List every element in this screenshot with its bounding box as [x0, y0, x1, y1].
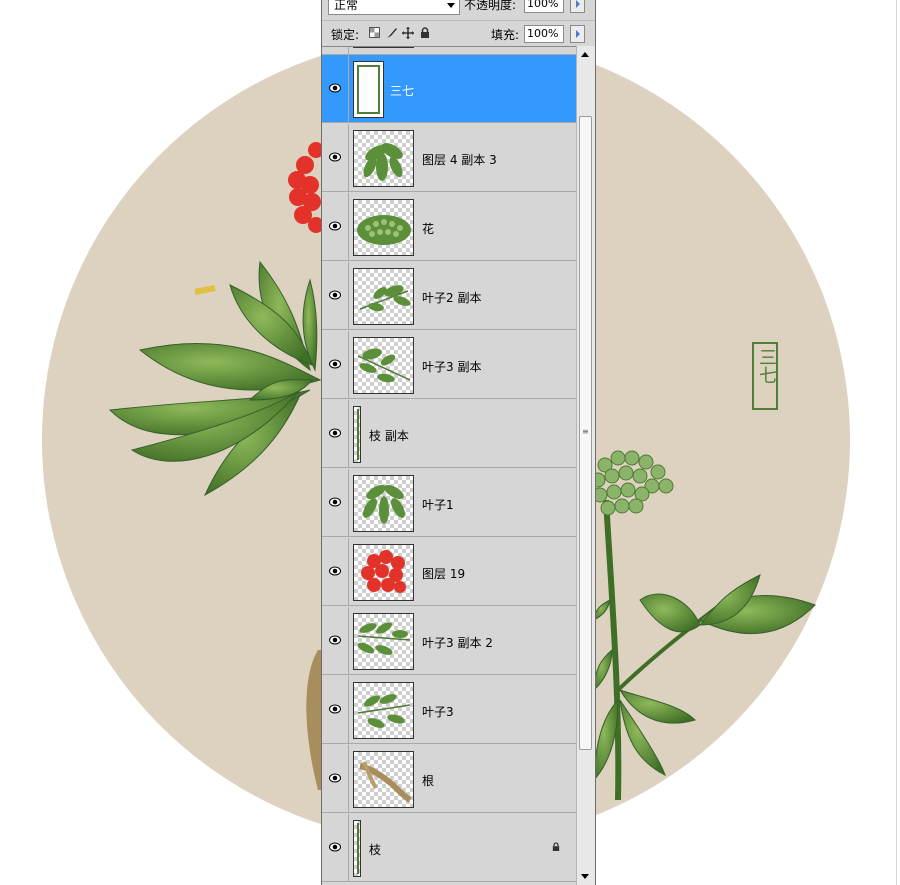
- layer-thumbnail: [353, 130, 414, 187]
- layer-name: 叶子1: [422, 498, 454, 512]
- visibility-cell[interactable]: [322, 124, 349, 191]
- layer-name: 叶子3: [422, 705, 454, 719]
- layer-name: 根: [422, 774, 435, 788]
- eye-icon[interactable]: [329, 635, 341, 645]
- layer-name: 枝: [369, 843, 382, 857]
- layer-name: 图层 4 副本 3: [422, 153, 497, 167]
- visibility-cell[interactable]: [322, 538, 349, 605]
- layers-scrollbar[interactable]: ≡: [576, 46, 595, 885]
- layer-thumbnail: [353, 61, 384, 118]
- layer-row[interactable]: 花: [322, 193, 576, 261]
- seal-text: 三七: [756, 348, 777, 384]
- blend-mode-select[interactable]: 正常: [328, 0, 460, 15]
- eye-icon[interactable]: [329, 566, 341, 576]
- layer-name: 叶子3 副本 2: [422, 636, 493, 650]
- visibility-cell[interactable]: [322, 331, 349, 398]
- fill-label: 填充:: [491, 28, 520, 42]
- layer-row[interactable]: 叶子1: [322, 469, 576, 537]
- eye-icon[interactable]: [329, 221, 341, 231]
- layer-thumbnail: [353, 820, 361, 877]
- layer-row-partial[interactable]: [322, 47, 576, 55]
- layer-name: 叶子3 副本: [422, 360, 482, 374]
- layer-thumbnail: [353, 268, 414, 325]
- scroll-up-arrow-icon[interactable]: [581, 52, 589, 57]
- layer-row[interactable]: 叶子3 副本 2: [322, 607, 576, 675]
- eye-icon[interactable]: [329, 497, 341, 507]
- layer-thumbnail: [353, 613, 414, 670]
- eye-icon[interactable]: [329, 842, 341, 852]
- layer-row[interactable]: 叶子3 副本: [322, 331, 576, 399]
- visibility-cell[interactable]: [322, 193, 349, 260]
- visibility-cell[interactable]: [322, 676, 349, 743]
- checker-lock-icon[interactable]: [369, 27, 380, 41]
- layer-row[interactable]: 枝: [322, 814, 576, 882]
- layer-name: 枝 副本: [369, 429, 409, 443]
- padlock-icon: [552, 842, 560, 851]
- lock-fill-row: 锁定: 填充: 100%: [322, 20, 595, 47]
- layer-row[interactable]: 图层 4 副本 3: [322, 124, 576, 192]
- layer-thumbnail: [353, 47, 414, 48]
- brush-lock-icon[interactable]: [386, 27, 398, 42]
- layer-name: 叶子2 副本: [422, 291, 482, 305]
- opacity-input[interactable]: 100%: [524, 0, 564, 13]
- visibility-cell[interactable]: [322, 469, 349, 536]
- visibility-cell[interactable]: [322, 400, 349, 467]
- visibility-cell[interactable]: [322, 814, 349, 881]
- chevron-down-icon: [447, 3, 455, 8]
- scrollbar-thumb[interactable]: ≡: [579, 116, 592, 750]
- layer-row[interactable]: 根: [322, 745, 576, 813]
- scroll-down-arrow-icon[interactable]: [581, 874, 589, 879]
- move-lock-icon[interactable]: [402, 27, 414, 42]
- opacity-slider-button[interactable]: [570, 0, 585, 13]
- eye-icon[interactable]: [329, 773, 341, 783]
- visibility-cell[interactable]: [322, 47, 349, 54]
- layers-panel: 正常 不透明度: 100% 锁定: 填充: 100% 三七 图层 4 副本 3 …: [321, 0, 596, 885]
- layer-row[interactable]: 三七: [322, 55, 576, 123]
- layer-thumbnail: [353, 751, 414, 808]
- layer-name: 图层 19: [422, 567, 466, 581]
- fill-input[interactable]: 100%: [524, 25, 564, 43]
- fill-slider-button[interactable]: [570, 25, 585, 43]
- layer-thumbnail: [353, 475, 414, 532]
- layer-row[interactable]: 叶子3: [322, 676, 576, 744]
- visibility-cell[interactable]: [322, 745, 349, 812]
- seal-stamp: 三七: [752, 342, 778, 410]
- layer-name: 三七: [390, 84, 415, 98]
- layer-thumbnail: [353, 406, 361, 463]
- eye-icon[interactable]: [329, 704, 341, 714]
- layer-thumbnail: [353, 682, 414, 739]
- grip-icon: ≡: [582, 427, 589, 436]
- layer-thumbnail: [353, 544, 414, 601]
- layer-row[interactable]: 叶子2 副本: [322, 262, 576, 330]
- layer-name: 花: [422, 222, 435, 236]
- visibility-cell[interactable]: [322, 262, 349, 329]
- layer-thumbnail: [353, 337, 414, 394]
- eye-icon[interactable]: [329, 152, 341, 162]
- eye-icon[interactable]: [329, 428, 341, 438]
- visibility-cell[interactable]: [322, 55, 349, 122]
- layer-thumbnail: [353, 199, 414, 256]
- lock-label: 锁定:: [331, 28, 360, 42]
- eye-icon[interactable]: [329, 290, 341, 300]
- padlock-icon[interactable]: [420, 27, 430, 42]
- blend-opacity-row: 正常 不透明度: 100%: [322, 0, 595, 20]
- canvas-edge: [896, 0, 897, 885]
- blend-mode-value: 正常: [334, 0, 359, 12]
- layer-row[interactable]: 图层 19: [322, 538, 576, 606]
- eye-icon[interactable]: [329, 83, 341, 93]
- visibility-cell[interactable]: [322, 607, 349, 674]
- layer-row[interactable]: 枝 副本: [322, 400, 576, 468]
- eye-icon[interactable]: [329, 359, 341, 369]
- opacity-label: 不透明度:: [464, 0, 517, 12]
- layers-list[interactable]: 三七 图层 4 副本 3 花 叶子2 副本 叶子3 副本 枝 副本 叶子1 图层…: [322, 46, 576, 885]
